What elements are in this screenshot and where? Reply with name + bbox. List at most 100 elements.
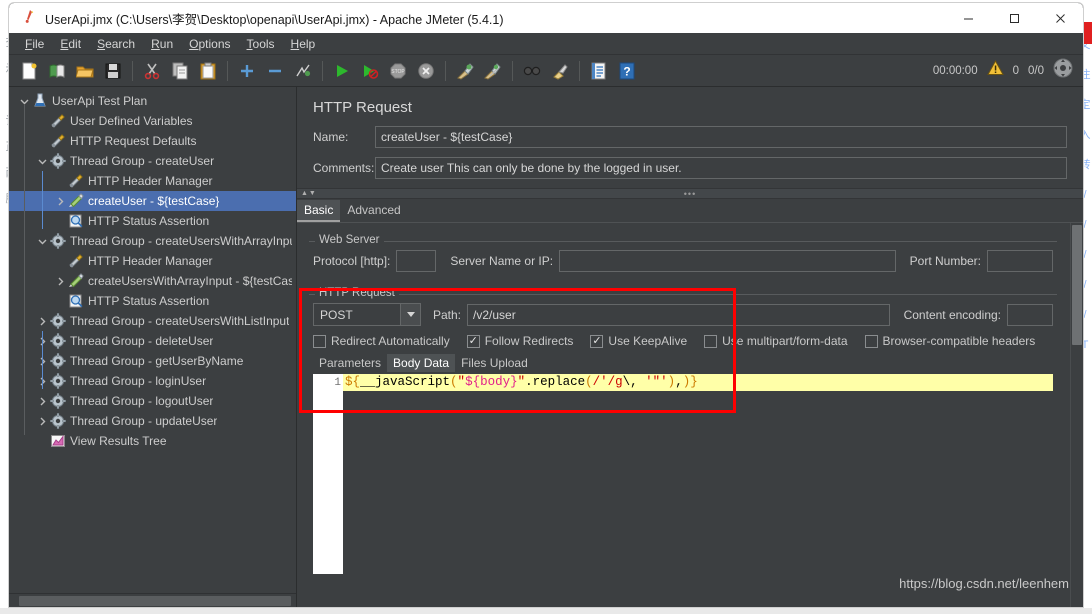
server-name-input[interactable] <box>559 250 896 272</box>
tree-horizontal-scrollbar[interactable] <box>9 593 296 607</box>
menu-help-mnemonic: H <box>290 36 300 51</box>
comments-input[interactable] <box>375 157 1067 179</box>
start-icon[interactable] <box>329 58 355 84</box>
assertion-icon <box>67 293 85 309</box>
panel-scroll-thumb[interactable] <box>1072 225 1082 345</box>
templates-icon[interactable] <box>44 58 70 84</box>
window-controls <box>945 3 1083 33</box>
shutdown-icon[interactable] <box>413 58 439 84</box>
subtab-parameters[interactable]: Parameters <box>313 354 387 372</box>
copy-icon[interactable] <box>167 58 193 84</box>
page-title: HTTP Request <box>313 99 412 116</box>
tree-node[interactable]: Thread Group - createUser <box>9 151 296 171</box>
remote-status-icon[interactable] <box>1053 58 1073 83</box>
reset-search-icon[interactable] <box>547 58 573 84</box>
checkbox-use-keepalive[interactable]: ✓ <box>590 334 604 348</box>
chevron-down-icon[interactable] <box>400 304 420 325</box>
tree-node[interactable]: HTTP Header Manager <box>9 251 296 271</box>
close-button[interactable] <box>1037 3 1083 33</box>
chevron-right-icon[interactable] <box>35 417 49 426</box>
port-number-input[interactable] <box>987 250 1053 272</box>
paste-icon[interactable] <box>195 58 221 84</box>
menu-edit[interactable]: Edit <box>52 35 89 53</box>
collapse-all-icon[interactable] <box>262 58 288 84</box>
test-plan-tree[interactable]: UserApi Test Plan User Defined Variables H… <box>9 87 296 593</box>
subtab-files-upload[interactable]: Files Upload <box>455 354 534 372</box>
line-number: 1 − <box>313 375 352 391</box>
open-icon[interactable] <box>72 58 98 84</box>
body-data-line[interactable]: ${__javaScript("${body}".replace(/'/g\, … <box>343 374 1053 391</box>
tree-node[interactable]: Thread Group - loginUser <box>9 371 296 391</box>
tab-advanced[interactable]: Advanced <box>340 200 407 222</box>
splitter-handle[interactable]: ▲▼ ••• <box>297 188 1083 199</box>
menu-search[interactable]: Search <box>89 35 143 53</box>
clear-icon[interactable] <box>452 58 478 84</box>
code-token: " <box>457 375 466 389</box>
menu-file[interactable]: File <box>17 35 52 53</box>
chevron-down-icon[interactable] <box>35 237 49 246</box>
label-browser-compatible-headers: Browser-compatible headers <box>882 334 1036 348</box>
tree-node[interactable]: User Defined Variables <box>9 111 296 131</box>
tab-basic[interactable]: Basic <box>297 200 341 222</box>
tree-node[interactable]: HTTP Status Assertion <box>9 291 296 311</box>
help-icon[interactable]: ? <box>614 58 640 84</box>
clear-all-icon[interactable] <box>480 58 506 84</box>
code-token: .replace <box>525 375 586 389</box>
function-helper-icon[interactable] <box>586 58 612 84</box>
chevron-right-icon[interactable] <box>53 277 67 286</box>
menu-run[interactable]: Run <box>143 35 181 53</box>
content-encoding-input[interactable] <box>1007 303 1053 326</box>
save-icon[interactable] <box>100 58 126 84</box>
chevron-down-icon[interactable] <box>35 157 49 166</box>
tree-node[interactable]: Thread Group - updateUser <box>9 411 296 431</box>
toggle-icon[interactable] <box>290 58 316 84</box>
tree-node[interactable]: Thread Group - createUsersWithArrayInput <box>9 231 296 251</box>
subtab-body-data[interactable]: Body Data <box>387 354 456 372</box>
checkbox-follow-redirects[interactable]: ✓ <box>466 334 480 348</box>
warning-icon[interactable] <box>986 59 1004 81</box>
http-sampler-icon <box>67 193 85 209</box>
chevron-right-icon[interactable] <box>35 397 49 406</box>
protocol-input[interactable] <box>396 250 437 272</box>
panel-vertical-scrollbar[interactable] <box>1070 223 1083 607</box>
tree-node[interactable]: HTTP Header Manager <box>9 171 296 191</box>
cut-icon[interactable] <box>139 58 165 84</box>
tree-scroll-thumb[interactable] <box>19 596 291 606</box>
checkbox-use-multipart[interactable] <box>704 334 718 348</box>
tree-node[interactable]: UserApi Test Plan <box>9 91 296 111</box>
tree-node[interactable]: createUser - ${testCase} <box>9 191 296 211</box>
menu-tools[interactable]: Tools <box>239 35 283 53</box>
config-element-icon <box>67 253 85 269</box>
tree-node[interactable]: View Results Tree <box>9 431 296 451</box>
minimize-button[interactable] <box>945 3 991 33</box>
menu-options[interactable]: Options <box>181 35 238 53</box>
method-select[interactable]: POST <box>313 303 421 326</box>
chevron-right-icon[interactable] <box>35 317 49 326</box>
config-element-icon <box>67 173 85 189</box>
editor-code-area[interactable]: ${__javaScript("${body}".replace(/'/g\, … <box>343 374 1053 574</box>
chevron-right-icon[interactable] <box>53 197 67 206</box>
new-icon[interactable] <box>16 58 42 84</box>
tree-node[interactable]: Thread Group - logoutUser <box>9 391 296 411</box>
tree-node-label: Thread Group - getUserByName <box>70 354 244 368</box>
tree-node[interactable]: Thread Group - createUsersWithListInput <box>9 311 296 331</box>
checkbox-browser-compatible-headers[interactable] <box>864 334 878 348</box>
tree-node[interactable]: HTTP Request Defaults <box>9 131 296 151</box>
editor-empty-area[interactable] <box>343 391 1053 574</box>
splitter-arrows-icon[interactable]: ▲▼ <box>297 190 317 197</box>
stop-icon[interactable]: STOP <box>385 58 411 84</box>
expand-all-icon[interactable] <box>234 58 260 84</box>
tree-node[interactable]: HTTP Status Assertion <box>9 211 296 231</box>
path-input[interactable] <box>467 303 890 326</box>
maximize-button[interactable] <box>991 3 1037 33</box>
tree-node[interactable]: Thread Group - getUserByName <box>9 351 296 371</box>
tree-node[interactable]: createUsersWithArrayInput - ${testCase <box>9 271 296 291</box>
tree-node[interactable]: Thread Group - deleteUser <box>9 331 296 351</box>
checkbox-redirect-automatically[interactable] <box>313 334 326 348</box>
body-data-editor[interactable]: 1 − ${__javaScript("${body}".replace(/'/… <box>313 374 1053 574</box>
search-icon[interactable] <box>519 58 545 84</box>
http-request-group: HTTP Request POST Path: Content encoding… <box>309 286 1057 574</box>
menu-help[interactable]: Help <box>283 35 324 53</box>
name-input[interactable] <box>375 126 1067 148</box>
start-no-timers-icon[interactable] <box>357 58 383 84</box>
